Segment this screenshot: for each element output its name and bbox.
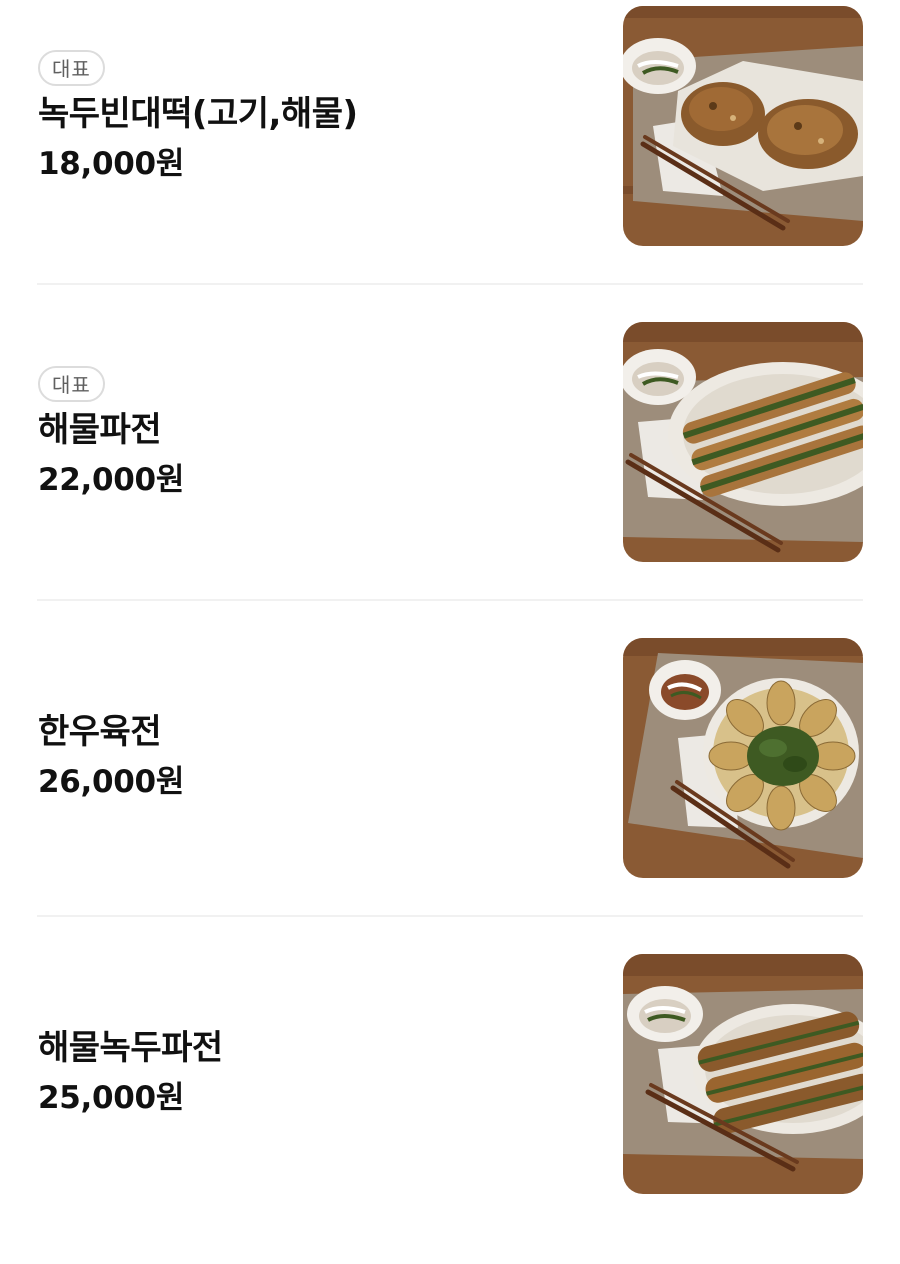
beef-jeon-photo[interactable]	[623, 638, 863, 878]
menu-item-price: 18,000원	[38, 146, 185, 182]
mungbean-pancake-photo[interactable]	[623, 6, 863, 246]
menu-item-text: 대표 녹두빈대떡(고기,해물) 18,000원	[38, 50, 578, 184]
menu-item-text: 해물녹두파전 25,000원	[38, 1026, 578, 1118]
signature-badge: 대표	[38, 366, 105, 402]
menu-item-text: 한우육전 26,000원	[38, 710, 578, 802]
menu-item[interactable]: 한우육전 26,000원	[0, 632, 900, 948]
menu-item-name: 한우육전	[38, 712, 162, 752]
menu-item-price: 22,000원	[38, 462, 185, 498]
menu-item-name: 녹두빈대떡(고기,해물)	[38, 94, 358, 134]
menu-item-name: 해물파전	[38, 410, 162, 450]
menu-item-price: 26,000원	[38, 764, 185, 800]
menu-item-name: 해물녹두파전	[38, 1028, 223, 1068]
item-divider	[37, 283, 863, 285]
signature-badge: 대표	[38, 50, 105, 86]
menu-item-text: 대표 해물파전 22,000원	[38, 366, 578, 500]
menu-list: 대표 녹두빈대떡(고기,해물) 18,000원 대표 해물파전 22,000원 …	[0, 0, 900, 1232]
item-divider	[37, 599, 863, 601]
menu-item[interactable]: 대표 해물파전 22,000원	[0, 316, 900, 632]
menu-item-price: 25,000원	[38, 1080, 185, 1116]
seafood-mungbean-pancake-photo[interactable]	[623, 954, 863, 1194]
menu-item[interactable]: 대표 녹두빈대떡(고기,해물) 18,000원	[0, 0, 900, 316]
seafood-scallion-pancake-photo[interactable]	[623, 322, 863, 562]
menu-item[interactable]: 해물녹두파전 25,000원	[0, 948, 900, 1264]
item-divider	[37, 915, 863, 917]
